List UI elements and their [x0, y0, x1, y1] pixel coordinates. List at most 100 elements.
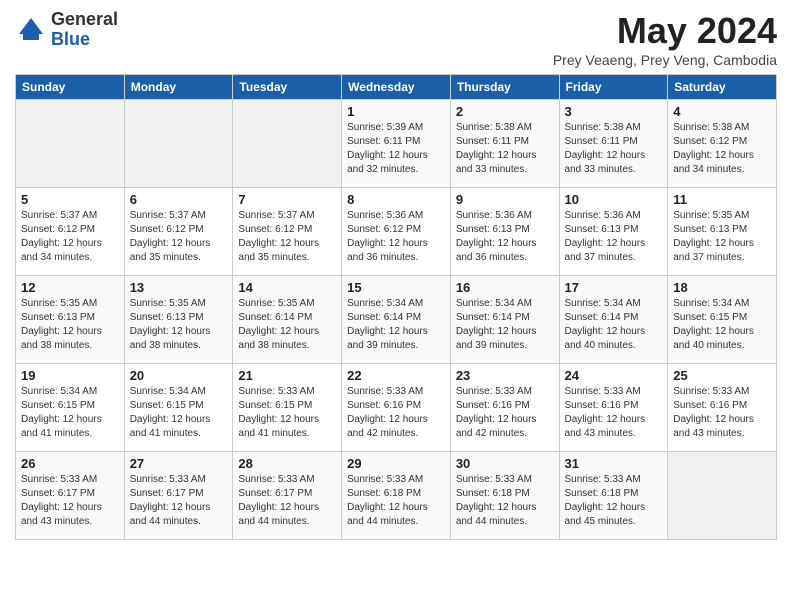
calendar-table: Sunday Monday Tuesday Wednesday Thursday…: [15, 74, 777, 540]
day-number: 19: [21, 368, 119, 383]
day-info: Sunrise: 5:33 AM Sunset: 6:17 PM Dayligh…: [238, 473, 336, 529]
day-info: Sunrise: 5:33 AM Sunset: 6:16 PM Dayligh…: [673, 385, 771, 441]
day-number: 4: [673, 104, 771, 119]
day-number: 9: [456, 192, 554, 207]
calendar-cell: 1 Sunrise: 5:39 AM Sunset: 6:11 PM Daylig…: [342, 100, 451, 188]
calendar-cell: [668, 452, 777, 540]
day-number: 17: [565, 280, 663, 295]
title-area: May 2024 Prey Veaeng, Prey Veng, Cambodi…: [553, 10, 777, 68]
calendar-cell: 23 Sunrise: 5:33 AM Sunset: 6:16 PM Dayli…: [450, 364, 559, 452]
calendar-body: 1 Sunrise: 5:39 AM Sunset: 6:11 PM Daylig…: [16, 100, 777, 540]
day-info: Sunrise: 5:34 AM Sunset: 6:15 PM Dayligh…: [130, 385, 228, 441]
day-number: 26: [21, 456, 119, 471]
day-number: 2: [456, 104, 554, 119]
calendar-cell: 6 Sunrise: 5:37 AM Sunset: 6:12 PM Daylig…: [124, 188, 233, 276]
header-friday: Friday: [559, 75, 668, 100]
header-saturday: Saturday: [668, 75, 777, 100]
calendar-cell: 25Sunrise: 5:33 AM Sunset: 6:16 PM Dayli…: [668, 364, 777, 452]
day-number: 10: [565, 192, 663, 207]
day-number: 21: [238, 368, 336, 383]
day-number: 18: [673, 280, 771, 295]
calendar-week-row: 19 Sunrise: 5:34 AM Sunset: 6:15 PM Dayli…: [16, 364, 777, 452]
calendar-cell: [124, 100, 233, 188]
header: General Blue May 2024 Prey Veaeng, Prey …: [15, 10, 777, 68]
day-info: Sunrise: 5:33 AM Sunset: 6:16 PM Dayligh…: [565, 385, 663, 441]
calendar-cell: 2 Sunrise: 5:38 AM Sunset: 6:11 PM Daylig…: [450, 100, 559, 188]
day-number: 28: [238, 456, 336, 471]
day-info: Sunrise: 5:36 AM Sunset: 6:13 PM Dayligh…: [565, 209, 663, 265]
logo-blue: Blue: [51, 30, 118, 50]
calendar-header: Sunday Monday Tuesday Wednesday Thursday…: [16, 75, 777, 100]
calendar-cell: 15Sunrise: 5:34 AM Sunset: 6:14 PM Dayli…: [342, 276, 451, 364]
day-info: Sunrise: 5:37 AM Sunset: 6:12 PM Dayligh…: [21, 209, 119, 265]
calendar-cell: 21Sunrise: 5:33 AM Sunset: 6:15 PM Dayli…: [233, 364, 342, 452]
day-number: 3: [565, 104, 663, 119]
day-info: Sunrise: 5:37 AM Sunset: 6:12 PM Dayligh…: [238, 209, 336, 265]
calendar-cell: 7 Sunrise: 5:37 AM Sunset: 6:12 PM Daylig…: [233, 188, 342, 276]
calendar-week-row: 5 Sunrise: 5:37 AM Sunset: 6:12 PM Daylig…: [16, 188, 777, 276]
calendar-week-row: 26 Sunrise: 5:33 AM Sunset: 6:17 PM Dayli…: [16, 452, 777, 540]
day-info: Sunrise: 5:33 AM Sunset: 6:16 PM Dayligh…: [347, 385, 445, 441]
day-number: 8: [347, 192, 445, 207]
day-number: 11: [673, 192, 771, 207]
calendar-cell: 19Sunrise: 5:34 AM Sunset: 6:15 PM Dayli…: [16, 364, 125, 452]
day-number: 12: [21, 280, 119, 295]
day-info: Sunrise: 5:33 AM Sunset: 6:17 PM Dayligh…: [130, 473, 228, 529]
day-info: Sunrise: 5:37 AM Sunset: 6:12 PM Dayligh…: [130, 209, 228, 265]
calendar-cell: 10 Sunrise: 5:36 AM Sunset: 6:13 PM Dayli…: [559, 188, 668, 276]
day-info: Sunrise: 5:33 AM Sunset: 6:18 PM Dayligh…: [456, 473, 554, 529]
logo-area: General Blue: [15, 10, 118, 50]
logo-text: General Blue: [51, 10, 118, 50]
day-info: Sunrise: 5:38 AM Sunset: 6:11 PM Dayligh…: [565, 121, 663, 177]
day-number: 23: [456, 368, 554, 383]
header-row: Sunday Monday Tuesday Wednesday Thursday…: [16, 75, 777, 100]
calendar-cell: [233, 100, 342, 188]
calendar-cell: 27 Sunrise: 5:33 AM Sunset: 6:17 PM Dayli…: [124, 452, 233, 540]
day-info: Sunrise: 5:35 AM Sunset: 6:13 PM Dayligh…: [130, 297, 228, 353]
calendar-cell: 11 Sunrise: 5:35 AM Sunset: 6:13 PM Dayli…: [668, 188, 777, 276]
calendar-page: General Blue May 2024 Prey Veaeng, Prey …: [0, 0, 792, 550]
day-info: Sunrise: 5:36 AM Sunset: 6:12 PM Dayligh…: [347, 209, 445, 265]
calendar-cell: 5 Sunrise: 5:37 AM Sunset: 6:12 PM Daylig…: [16, 188, 125, 276]
day-number: 14: [238, 280, 336, 295]
day-number: 30: [456, 456, 554, 471]
day-info: Sunrise: 5:33 AM Sunset: 6:18 PM Dayligh…: [347, 473, 445, 529]
day-number: 20: [130, 368, 228, 383]
day-number: 24: [565, 368, 663, 383]
day-info: Sunrise: 5:34 AM Sunset: 6:15 PM Dayligh…: [673, 297, 771, 353]
day-number: 15: [347, 280, 445, 295]
day-number: 6: [130, 192, 228, 207]
calendar-cell: 31 Sunrise: 5:33 AM Sunset: 6:18 PM Dayli…: [559, 452, 668, 540]
day-number: 16: [456, 280, 554, 295]
calendar-cell: 24 Sunrise: 5:33 AM Sunset: 6:16 PM Dayli…: [559, 364, 668, 452]
header-thursday: Thursday: [450, 75, 559, 100]
day-number: 7: [238, 192, 336, 207]
calendar-cell: 12 Sunrise: 5:35 AM Sunset: 6:13 PM Dayli…: [16, 276, 125, 364]
day-number: 27: [130, 456, 228, 471]
day-info: Sunrise: 5:33 AM Sunset: 6:18 PM Dayligh…: [565, 473, 663, 529]
day-info: Sunrise: 5:38 AM Sunset: 6:11 PM Dayligh…: [456, 121, 554, 177]
day-number: 31: [565, 456, 663, 471]
day-info: Sunrise: 5:33 AM Sunset: 6:16 PM Dayligh…: [456, 385, 554, 441]
day-number: 13: [130, 280, 228, 295]
day-info: Sunrise: 5:39 AM Sunset: 6:11 PM Dayligh…: [347, 121, 445, 177]
calendar-cell: [16, 100, 125, 188]
day-info: Sunrise: 5:35 AM Sunset: 6:13 PM Dayligh…: [673, 209, 771, 265]
day-info: Sunrise: 5:35 AM Sunset: 6:13 PM Dayligh…: [21, 297, 119, 353]
day-number: 1: [347, 104, 445, 119]
calendar-cell: 22Sunrise: 5:33 AM Sunset: 6:16 PM Dayli…: [342, 364, 451, 452]
location-title: Prey Veaeng, Prey Veng, Cambodia: [553, 52, 777, 68]
calendar-cell: 4 Sunrise: 5:38 AM Sunset: 6:12 PM Daylig…: [668, 100, 777, 188]
day-info: Sunrise: 5:35 AM Sunset: 6:14 PM Dayligh…: [238, 297, 336, 353]
calendar-cell: 29Sunrise: 5:33 AM Sunset: 6:18 PM Dayli…: [342, 452, 451, 540]
header-sunday: Sunday: [16, 75, 125, 100]
calendar-cell: 17 Sunrise: 5:34 AM Sunset: 6:14 PM Dayli…: [559, 276, 668, 364]
month-title: May 2024: [553, 10, 777, 52]
calendar-cell: 28 Sunrise: 5:33 AM Sunset: 6:17 PM Dayli…: [233, 452, 342, 540]
day-number: 5: [21, 192, 119, 207]
calendar-cell: 18 Sunrise: 5:34 AM Sunset: 6:15 PM Dayli…: [668, 276, 777, 364]
day-info: Sunrise: 5:36 AM Sunset: 6:13 PM Dayligh…: [456, 209, 554, 265]
calendar-week-row: 12 Sunrise: 5:35 AM Sunset: 6:13 PM Dayli…: [16, 276, 777, 364]
day-info: Sunrise: 5:38 AM Sunset: 6:12 PM Dayligh…: [673, 121, 771, 177]
day-info: Sunrise: 5:34 AM Sunset: 6:14 PM Dayligh…: [565, 297, 663, 353]
